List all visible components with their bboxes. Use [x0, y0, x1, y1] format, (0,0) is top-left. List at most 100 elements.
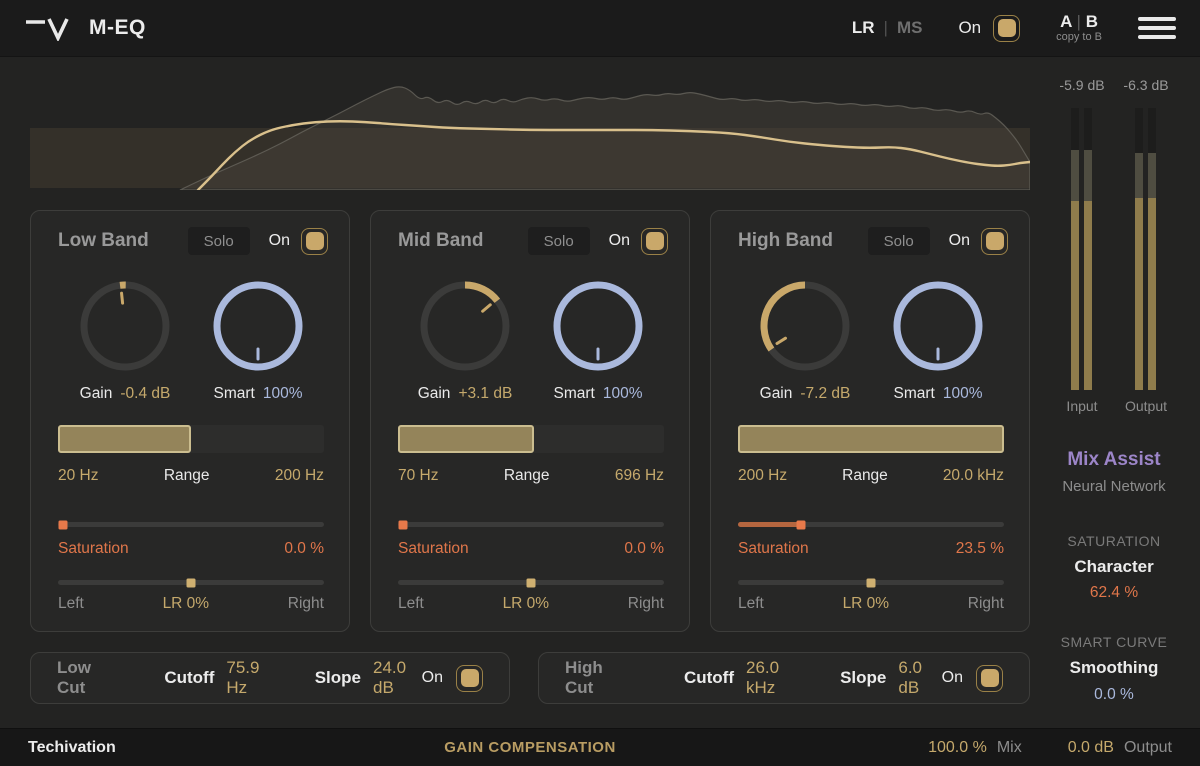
cutoff-value[interactable]: 75.9 Hz	[226, 658, 274, 698]
brand-name: Techivation	[28, 739, 116, 757]
smart-value: 100%	[943, 385, 983, 402]
copy-to-b-button[interactable]: copy to B	[1056, 31, 1102, 44]
channel-mode-ms[interactable]: MS	[897, 18, 923, 38]
mix-value[interactable]: 100.0 %	[928, 739, 987, 757]
output-control: 0.0 dB Output	[1068, 739, 1172, 757]
band-on-toggle[interactable]	[301, 228, 328, 255]
lr-right-label: Right	[968, 595, 1004, 613]
toggle-fill	[998, 19, 1016, 37]
band-on-toggle[interactable]	[641, 228, 668, 255]
mid-band-panel: Mid Band Solo On Gain+3.1 dB Smart100% 7…	[370, 210, 690, 632]
lr-value: LR 0%	[503, 595, 550, 613]
lr-value: LR 0%	[163, 595, 210, 613]
output-value[interactable]: 0.0 dB	[1068, 739, 1114, 757]
range-slider[interactable]	[398, 425, 664, 453]
output-meter-label: Output	[1125, 398, 1167, 414]
slope-value[interactable]: 24.0 dB	[373, 658, 422, 698]
range-max[interactable]: 696 Hz	[615, 467, 664, 485]
low-cut-title: Low Cut	[57, 658, 118, 698]
smart-label: Smart	[894, 385, 935, 402]
meter-bar-right	[1084, 108, 1092, 390]
smart-value: 100%	[263, 385, 303, 402]
character-value[interactable]: 62.4 %	[1090, 584, 1138, 602]
smart-knob[interactable]	[888, 276, 988, 376]
brand-logo: M-EQ	[24, 15, 146, 41]
slope-value[interactable]: 6.0 dB	[898, 658, 941, 698]
hamburger-menu-icon[interactable]	[1138, 17, 1176, 39]
gain-label: Gain	[760, 385, 793, 402]
mix-label: Mix	[997, 739, 1022, 757]
mix-assist-button[interactable]: Mix Assist	[1067, 449, 1160, 471]
character-label: Character	[1074, 557, 1153, 577]
smoothing-label: Smoothing	[1070, 658, 1159, 678]
smoothing-value[interactable]: 0.0 %	[1094, 686, 1134, 704]
output-label: Output	[1124, 739, 1172, 757]
gain-knob[interactable]	[755, 276, 855, 376]
band-on-label: On	[269, 232, 290, 250]
analyzer-curve	[180, 87, 1030, 190]
channel-mode-lr[interactable]: LR	[852, 18, 875, 38]
lr-balance-slider[interactable]	[58, 580, 324, 585]
saturation-value: 23.5 %	[956, 540, 1004, 558]
lr-handle[interactable]	[187, 578, 196, 587]
channel-mode-switch[interactable]: LR | MS	[852, 18, 923, 38]
lr-handle[interactable]	[867, 578, 876, 587]
high-cut-on-toggle[interactable]	[976, 665, 1003, 692]
slope-label: Slope	[840, 668, 886, 688]
range-max[interactable]: 200 Hz	[275, 467, 324, 485]
range-fill	[398, 425, 534, 453]
range-slider[interactable]	[58, 425, 324, 453]
low-cut-on-toggle[interactable]	[456, 665, 483, 692]
solo-button[interactable]: Solo	[868, 227, 930, 255]
range-slider[interactable]	[738, 425, 1004, 453]
lr-balance-slider[interactable]	[398, 580, 664, 585]
smart-knob[interactable]	[548, 276, 648, 376]
range-min[interactable]: 70 Hz	[398, 467, 439, 485]
ab-a-label[interactable]: A	[1060, 12, 1072, 31]
band-on-toggle[interactable]	[981, 228, 1008, 255]
channel-mode-separator: |	[884, 18, 888, 38]
gain-value: +3.1 dB	[458, 385, 512, 402]
gain-compensation-button[interactable]: GAIN COMPENSATION	[444, 739, 616, 756]
saturation-fill	[738, 522, 801, 527]
ab-compare[interactable]: A | B copy to B	[1056, 12, 1102, 44]
smart-label: Smart	[214, 385, 255, 402]
low-cut-panel: Low Cut Cutoff 75.9 Hz Slope 24.0 dB On	[30, 652, 510, 704]
range-fill	[58, 425, 191, 453]
status-bar: Techivation GAIN COMPENSATION 100.0 % Mi…	[0, 728, 1200, 766]
plugin-window: M-EQ LR | MS On A | B copy to B	[0, 0, 1200, 766]
ab-separator: |	[1077, 12, 1081, 31]
range-label: Range	[504, 467, 550, 485]
master-power-label: On	[958, 18, 981, 38]
high-cut-panel: High Cut Cutoff 26.0 kHz Slope 6.0 dB On	[538, 652, 1030, 704]
saturation-handle[interactable]	[398, 520, 407, 529]
range-min[interactable]: 200 Hz	[738, 467, 787, 485]
smart-knob[interactable]	[208, 276, 308, 376]
meter-bar-left	[1135, 108, 1143, 390]
gain-knob[interactable]	[75, 276, 175, 376]
saturation-handle[interactable]	[796, 520, 805, 529]
gain-knob[interactable]	[415, 276, 515, 376]
gain-value: -7.2 dB	[800, 385, 850, 402]
ab-b-label[interactable]: B	[1086, 12, 1098, 31]
cutoff-label: Cutoff	[684, 668, 734, 688]
solo-button[interactable]: Solo	[528, 227, 590, 255]
range-max[interactable]: 20.0 kHz	[943, 467, 1004, 485]
saturation-slider[interactable]	[58, 522, 324, 527]
smart-curve-section-label: SMART CURVE	[1061, 634, 1168, 650]
lr-balance-slider[interactable]	[738, 580, 1004, 585]
input-meter-label: Input	[1066, 398, 1097, 414]
lr-handle[interactable]	[527, 578, 536, 587]
low-band-panel: Low Band Solo On Gain-0.4 dB Smart100% 2…	[30, 210, 350, 632]
range-min[interactable]: 20 Hz	[58, 467, 99, 485]
saturation-slider[interactable]	[398, 522, 664, 527]
cutoff-value[interactable]: 26.0 kHz	[746, 658, 806, 698]
master-power-toggle[interactable]	[993, 15, 1020, 42]
saturation-slider[interactable]	[738, 522, 1004, 527]
saturation-label: Saturation	[738, 540, 809, 558]
master-power: On	[958, 15, 1020, 42]
meter-bar-right	[1148, 108, 1156, 390]
saturation-handle[interactable]	[58, 520, 67, 529]
solo-button[interactable]: Solo	[188, 227, 250, 255]
spectrum-display[interactable]	[30, 70, 1030, 190]
